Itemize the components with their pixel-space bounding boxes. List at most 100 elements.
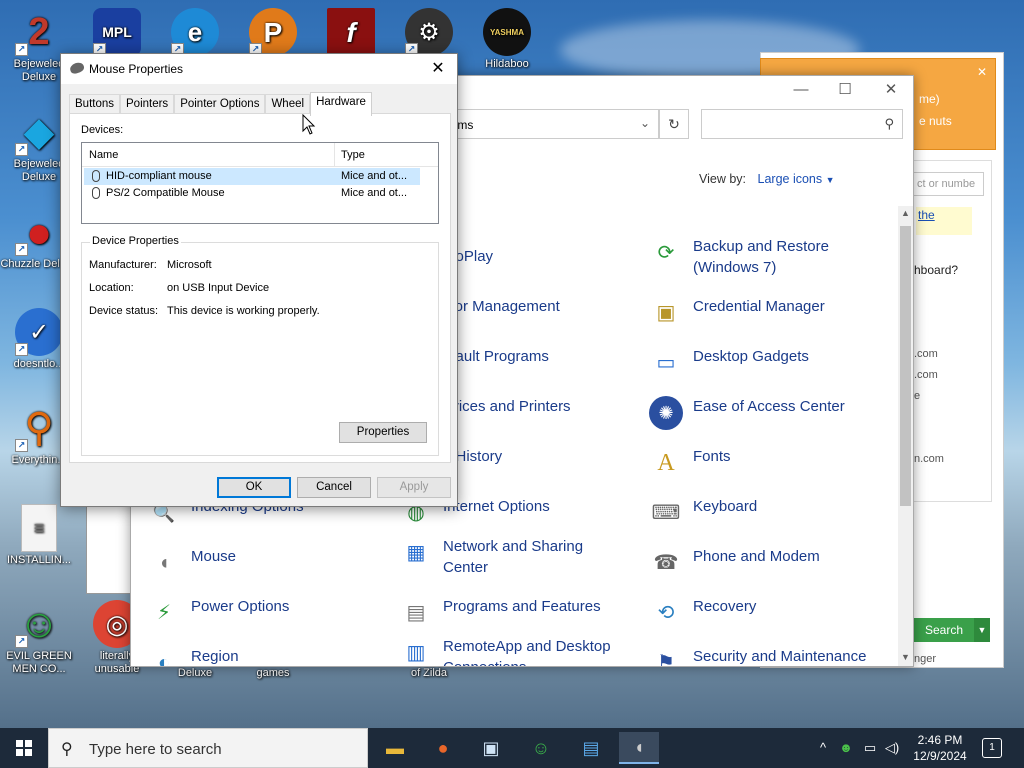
- shortcut-arrow-icon: ↗: [15, 243, 28, 256]
- cancel-button[interactable]: Cancel: [297, 477, 371, 498]
- right-window-text: .com: [914, 348, 938, 360]
- properties-button[interactable]: Properties: [339, 422, 427, 443]
- chevron-down-icon[interactable]: ⌄: [640, 116, 650, 130]
- device-type: Mice and ot...: [341, 187, 408, 199]
- cp-item-recovery[interactable]: ⟲ Recovery: [649, 596, 879, 630]
- tab-buttons[interactable]: Buttons: [69, 94, 120, 115]
- network-icon[interactable]: ▭: [860, 728, 880, 768]
- tab-hardware[interactable]: Hardware: [310, 92, 372, 116]
- tool-icon: ⚙ ↗: [405, 8, 453, 56]
- scrollbar-thumb[interactable]: [900, 226, 911, 506]
- manufacturer-label: Manufacturer:: [89, 259, 157, 271]
- maximize-icon[interactable]: ☐: [825, 79, 865, 103]
- close-icon[interactable]: ✕: [421, 54, 455, 84]
- location-value: on USB Input Device: [167, 282, 270, 294]
- cp-item-label: Security and Maintenance: [693, 648, 867, 665]
- refresh-icon[interactable]: ↻: [659, 109, 689, 139]
- cp-item-credential-manager[interactable]: ▣ Credential Manager: [649, 296, 879, 330]
- clock-date: 12/9/2024: [913, 749, 967, 763]
- desktop-icon-label: games: [256, 667, 290, 679]
- tab-pointers[interactable]: Pointers: [120, 94, 175, 115]
- evil-green-men-icon: ☺ ↗: [15, 600, 63, 648]
- desktop-icon-hildaboo[interactable]: YASHMA Hildaboo: [468, 8, 546, 71]
- column-header-type[interactable]: Type: [341, 149, 365, 161]
- right-window-search-button[interactable]: Search: [914, 618, 974, 642]
- right-window-link[interactable]: the: [916, 207, 972, 235]
- cp-item-phone-modem[interactable]: ☎ Phone and Modem: [649, 546, 879, 580]
- desktop-icon-mpl[interactable]: MPL ↗: [78, 8, 156, 58]
- desktop-icon-evil-green-men[interactable]: ☺ ↗ EVIL GREEN MEN CO...: [0, 600, 78, 676]
- text-file-icon: ≡: [21, 504, 57, 552]
- desktop-icon-tool[interactable]: ⚙ ↗: [390, 8, 468, 58]
- desktop-icon-installing[interactable]: ≡ INSTALLIN...: [0, 504, 78, 567]
- control-panel-taskbar-icon[interactable]: ▣: [471, 732, 511, 764]
- start-button[interactable]: [0, 728, 48, 768]
- apply-button[interactable]: Apply: [377, 477, 451, 498]
- ease-of-access-icon: ✺: [649, 396, 683, 430]
- evil-green-men-taskbar-icon[interactable]: ☺: [521, 732, 561, 764]
- device-status-value: This device is working properly.: [167, 305, 320, 317]
- ok-button[interactable]: OK: [217, 477, 291, 498]
- cp-item-ease-of-access[interactable]: ✺ Ease of Access Center: [649, 396, 879, 430]
- cp-item-remoteapp[interactable]: ▥ RemoteApp and Desktop Connections: [399, 636, 629, 666]
- desktop-icon-edge[interactable]: e ↗: [156, 8, 234, 58]
- view-by-dropdown[interactable]: Large icons ▼: [758, 172, 835, 186]
- device-row[interactable]: HID-compliant mouse Mice and ot...: [84, 168, 420, 185]
- taskbar-search-box[interactable]: ⚲ Type here to search: [48, 728, 368, 768]
- cp-item-keyboard[interactable]: ⌨ Keyboard: [649, 496, 879, 530]
- shortcut-arrow-icon: ↗: [15, 439, 28, 452]
- mouse-icon: ◖: [157, 551, 171, 574]
- cp-item-fonts[interactable]: A Fonts: [649, 446, 879, 480]
- fonts-icon: A: [657, 449, 675, 476]
- minimize-icon[interactable]: —: [781, 79, 821, 103]
- shortcut-arrow-icon: ↗: [15, 635, 28, 648]
- cp-item-programs-features[interactable]: ▤ Programs and Features: [399, 596, 629, 630]
- keyboard-icon: ⌨: [651, 501, 681, 524]
- device-row[interactable]: PS/2 Compatible Mouse Mice and ot...: [84, 185, 420, 202]
- tab-wheel[interactable]: Wheel: [265, 94, 311, 115]
- cp-item-desktop-gadgets[interactable]: ▭ Desktop Gadgets: [649, 346, 879, 380]
- close-icon[interactable]: ✕: [871, 79, 911, 103]
- devices-label: Devices:: [81, 124, 124, 136]
- right-window-text: nger: [914, 653, 937, 665]
- close-icon[interactable]: ✕: [977, 65, 987, 79]
- clock[interactable]: 2:46 PM 12/9/2024: [900, 732, 980, 764]
- mouse-properties-taskbar-icon[interactable]: ◖: [619, 732, 659, 764]
- cp-item-power-options[interactable]: ⚡ Power Options: [147, 596, 387, 630]
- chevron-down-icon[interactable]: ▼: [974, 618, 990, 642]
- right-window-text: .com: [914, 369, 938, 381]
- cp-item-network-sharing[interactable]: ▦ Network and Sharing Center: [399, 536, 629, 578]
- vertical-scrollbar[interactable]: ▲ ▼: [898, 206, 913, 666]
- chevron-down-icon: ▼: [825, 175, 835, 185]
- scroll-up-icon[interactable]: ▲: [898, 208, 913, 218]
- file-explorer-icon[interactable]: ▬: [375, 732, 415, 764]
- desktop-icon-p-game[interactable]: P ↗: [234, 8, 312, 58]
- phone-modem-icon: ☎: [653, 551, 679, 574]
- desktop-icon-label: of Zilda: [410, 667, 448, 679]
- view-by: View by: Large icons ▼: [699, 172, 835, 186]
- chevron-up-icon[interactable]: ^: [814, 728, 832, 768]
- user-icon[interactable]: ☻: [836, 728, 856, 768]
- background-window-edge: [86, 500, 132, 594]
- volume-icon[interactable]: ◁): [882, 728, 902, 768]
- region-icon: ◐: [157, 651, 171, 667]
- cp-item-security-maintenance[interactable]: ⚑ Security and Maintenance: [649, 646, 889, 666]
- device-list[interactable]: Name Type HID-compliant mouse Mice and o…: [81, 142, 439, 224]
- tab-pointer-options[interactable]: Pointer Options: [174, 94, 266, 115]
- right-window-input[interactable]: ct or numbe: [912, 172, 984, 196]
- control-panel-search-input[interactable]: ⚲: [701, 109, 903, 139]
- notifications-icon[interactable]: 1: [982, 738, 1002, 758]
- firefox-icon[interactable]: ●: [423, 732, 463, 764]
- window-taskbar-icon[interactable]: ▤: [571, 732, 611, 764]
- scroll-down-icon[interactable]: ▼: [898, 652, 913, 662]
- taskbar-search-placeholder: Type here to search: [89, 741, 222, 758]
- address-bar[interactable]: l Items ⌄: [431, 109, 659, 139]
- cp-item-backup-restore[interactable]: ⟳ Backup and Restore (Windows 7): [649, 236, 879, 278]
- remoteapp-icon: ▥: [406, 641, 426, 664]
- cp-item-region[interactable]: ◐ Region: [147, 646, 387, 667]
- column-header-name[interactable]: Name: [89, 149, 118, 161]
- cp-item-mouse[interactable]: ◖ Mouse: [147, 546, 387, 580]
- column-separator[interactable]: [334, 143, 335, 167]
- desktop-icon-flash[interactable]: f: [312, 8, 390, 58]
- cp-item-label: Keyboard: [693, 498, 758, 515]
